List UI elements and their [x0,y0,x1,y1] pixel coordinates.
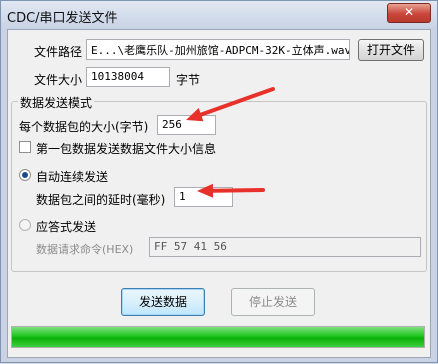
stop-send-button[interactable]: 停止发送 [231,288,315,316]
file-size-field[interactable]: 10138004 [86,67,170,87]
send-data-button[interactable]: 发送数据 [121,288,205,316]
dialog-window: CDC/串口发送文件 ✕ 文件路径 E...\老鹰乐队-加州旅馆-ADPCM-3… [0,0,438,363]
client-area: 文件路径 E...\老鹰乐队-加州旅馆-ADPCM-32K-立体声.wav 打开… [7,29,431,358]
packet-delay-label: 数据包之间的延时(毫秒) [36,193,166,207]
window-title: CDC/串口发送文件 [7,11,118,26]
response-send-radio[interactable] [19,219,31,231]
send-progress-fill [12,327,424,347]
file-path-field[interactable]: E...\老鹰乐队-加州旅馆-ADPCM-32K-立体声.wav [86,39,350,60]
file-size-unit: 字节 [176,73,201,87]
response-send-label: 应答式发送 [36,220,97,234]
request-command-field[interactable]: FF 57 41 56 [149,237,421,257]
send-progress-bar [11,326,425,348]
auto-send-label: 自动连续发送 [36,170,109,184]
first-packet-size-checkbox[interactable] [19,141,31,153]
file-path-label: 文件路径 [34,45,83,59]
packet-delay-input[interactable]: 1 [174,187,233,207]
packet-size-label: 每个数据包的大小(字节) [19,120,149,134]
title-bar[interactable]: CDC/串口发送文件 ✕ [1,1,437,29]
packet-size-input[interactable]: 256 [157,115,216,135]
auto-send-radio[interactable] [19,169,31,181]
request-command-label: 数据请求命令(HEX) [36,243,134,256]
file-size-label: 文件大小 [34,73,83,87]
close-icon: ✕ [403,5,415,19]
open-file-button[interactable]: 打开文件 [358,39,424,61]
send-mode-group-title: 数据发送模式 [18,94,95,111]
close-button[interactable]: ✕ [387,3,431,23]
first-packet-size-label: 第一包数据发送数据文件大小信息 [36,142,217,156]
